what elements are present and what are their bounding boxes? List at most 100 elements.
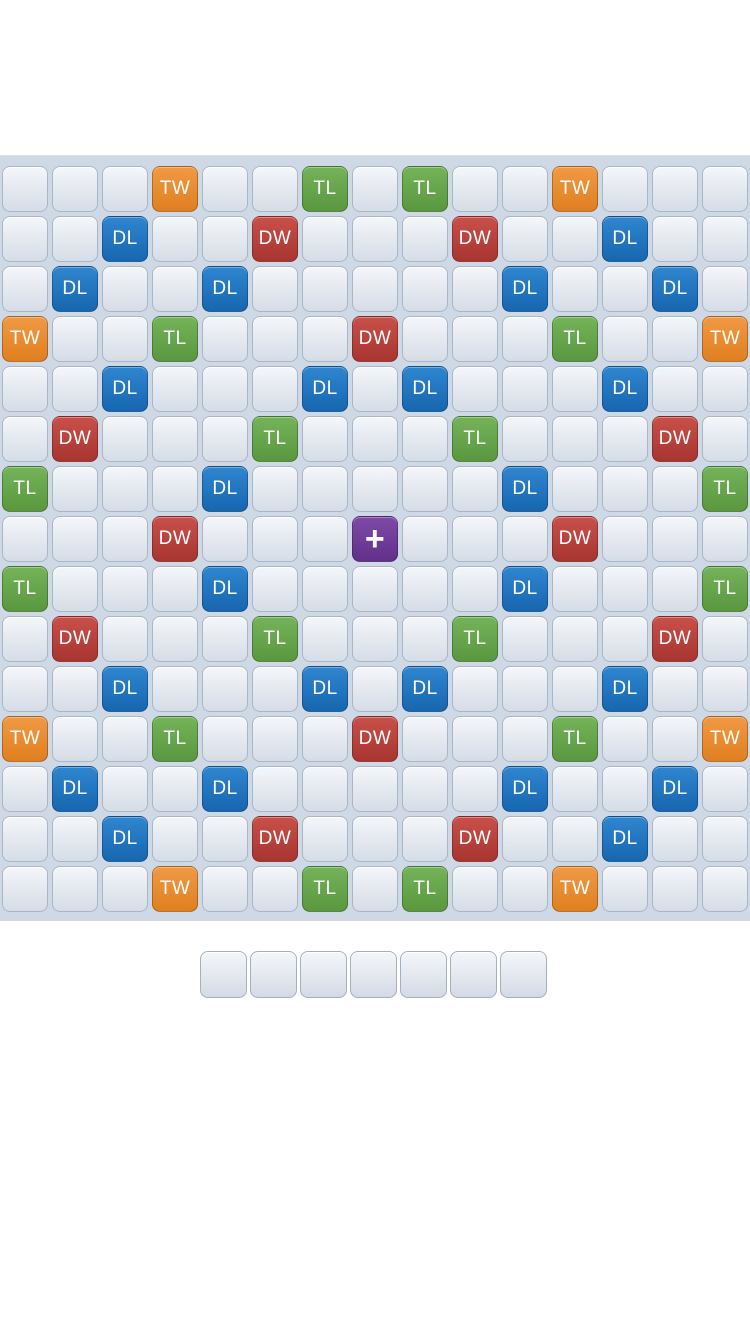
triple-word-cell[interactable]: TW bbox=[702, 316, 748, 362]
board-cell[interactable] bbox=[302, 716, 348, 762]
board-cell[interactable] bbox=[652, 516, 698, 562]
board-cell[interactable] bbox=[702, 766, 748, 812]
board-cell[interactable] bbox=[202, 216, 248, 262]
board-cell[interactable] bbox=[102, 616, 148, 662]
double-letter-cell[interactable]: DL bbox=[202, 566, 248, 612]
board-cell[interactable] bbox=[602, 416, 648, 462]
board-cell[interactable] bbox=[102, 416, 148, 462]
board-cell[interactable] bbox=[502, 316, 548, 362]
board-cell[interactable] bbox=[52, 316, 98, 362]
board-cell[interactable] bbox=[452, 316, 498, 362]
board-cell[interactable] bbox=[702, 616, 748, 662]
rack-slot[interactable] bbox=[400, 951, 447, 998]
double-word-cell[interactable]: DW bbox=[452, 816, 498, 862]
double-letter-cell[interactable]: DL bbox=[502, 566, 548, 612]
rack-slot[interactable] bbox=[300, 951, 347, 998]
board-cell[interactable] bbox=[502, 666, 548, 712]
board-cell[interactable] bbox=[402, 716, 448, 762]
board-cell[interactable] bbox=[202, 366, 248, 412]
board-cell[interactable] bbox=[552, 216, 598, 262]
board-cell[interactable] bbox=[252, 366, 298, 412]
board-cell[interactable] bbox=[402, 566, 448, 612]
rack-slot[interactable] bbox=[450, 951, 497, 998]
board-cell[interactable] bbox=[52, 666, 98, 712]
triple-word-cell[interactable]: TW bbox=[552, 166, 598, 212]
board-cell[interactable] bbox=[302, 766, 348, 812]
board-cell[interactable] bbox=[502, 616, 548, 662]
board-cell[interactable] bbox=[302, 816, 348, 862]
board-cell[interactable] bbox=[652, 366, 698, 412]
board-cell[interactable] bbox=[602, 166, 648, 212]
board-cell[interactable] bbox=[452, 566, 498, 612]
double-letter-cell[interactable]: DL bbox=[102, 816, 148, 862]
board-cell[interactable] bbox=[2, 516, 48, 562]
board-cell[interactable] bbox=[602, 716, 648, 762]
double-letter-cell[interactable]: DL bbox=[202, 766, 248, 812]
board-cell[interactable] bbox=[402, 266, 448, 312]
double-letter-cell[interactable]: DL bbox=[652, 266, 698, 312]
board-cell[interactable] bbox=[302, 466, 348, 512]
board-cell[interactable] bbox=[152, 466, 198, 512]
double-letter-cell[interactable]: DL bbox=[652, 766, 698, 812]
board-cell[interactable] bbox=[52, 516, 98, 562]
board-cell[interactable] bbox=[102, 466, 148, 512]
board-cell[interactable] bbox=[202, 316, 248, 362]
board-cell[interactable] bbox=[402, 466, 448, 512]
triple-word-cell[interactable]: TW bbox=[552, 866, 598, 912]
board-cell[interactable] bbox=[652, 566, 698, 612]
triple-letter-cell[interactable]: TL bbox=[252, 616, 298, 662]
board-cell[interactable] bbox=[152, 616, 198, 662]
board-cell[interactable] bbox=[102, 166, 148, 212]
board-cell[interactable] bbox=[502, 416, 548, 462]
triple-word-cell[interactable]: TW bbox=[152, 166, 198, 212]
double-letter-cell[interactable]: DL bbox=[602, 666, 648, 712]
board-cell[interactable] bbox=[352, 666, 398, 712]
double-letter-cell[interactable]: DL bbox=[602, 366, 648, 412]
board-cell[interactable] bbox=[702, 666, 748, 712]
board-cell[interactable] bbox=[452, 266, 498, 312]
board-cell[interactable] bbox=[602, 466, 648, 512]
board-cell[interactable] bbox=[602, 866, 648, 912]
board-cell[interactable] bbox=[452, 366, 498, 412]
double-word-cell[interactable]: DW bbox=[552, 516, 598, 562]
board-cell[interactable] bbox=[602, 316, 648, 362]
board-cell[interactable] bbox=[152, 366, 198, 412]
double-letter-cell[interactable]: DL bbox=[502, 766, 548, 812]
board-cell[interactable] bbox=[652, 216, 698, 262]
board-cell[interactable] bbox=[352, 866, 398, 912]
board-cell[interactable] bbox=[552, 466, 598, 512]
triple-letter-cell[interactable]: TL bbox=[452, 616, 498, 662]
board-cell[interactable] bbox=[602, 266, 648, 312]
rack-slot[interactable] bbox=[200, 951, 247, 998]
board-cell[interactable] bbox=[252, 866, 298, 912]
center-star-cell[interactable]: + bbox=[352, 516, 398, 562]
board-cell[interactable] bbox=[2, 816, 48, 862]
board-cell[interactable] bbox=[552, 816, 598, 862]
triple-letter-cell[interactable]: TL bbox=[702, 466, 748, 512]
double-word-cell[interactable]: DW bbox=[352, 716, 398, 762]
double-letter-cell[interactable]: DL bbox=[402, 666, 448, 712]
board-cell[interactable] bbox=[352, 766, 398, 812]
double-letter-cell[interactable]: DL bbox=[202, 466, 248, 512]
board-cell[interactable] bbox=[102, 716, 148, 762]
board-cell[interactable] bbox=[402, 766, 448, 812]
board-cell[interactable] bbox=[252, 466, 298, 512]
board-cell[interactable] bbox=[402, 216, 448, 262]
board-cell[interactable] bbox=[452, 466, 498, 512]
board-cell[interactable] bbox=[402, 516, 448, 562]
board-cell[interactable] bbox=[2, 216, 48, 262]
board-cell[interactable] bbox=[352, 816, 398, 862]
board-cell[interactable] bbox=[202, 666, 248, 712]
board-cell[interactable] bbox=[152, 766, 198, 812]
board-cell[interactable] bbox=[552, 616, 598, 662]
board-cell[interactable] bbox=[302, 416, 348, 462]
board-cell[interactable] bbox=[602, 766, 648, 812]
double-word-cell[interactable]: DW bbox=[252, 816, 298, 862]
board-cell[interactable] bbox=[402, 816, 448, 862]
board-cell[interactable] bbox=[52, 366, 98, 412]
double-word-cell[interactable]: DW bbox=[452, 216, 498, 262]
board-cell[interactable] bbox=[102, 766, 148, 812]
board-cell[interactable] bbox=[502, 816, 548, 862]
board-cell[interactable] bbox=[352, 566, 398, 612]
board-cell[interactable] bbox=[2, 416, 48, 462]
